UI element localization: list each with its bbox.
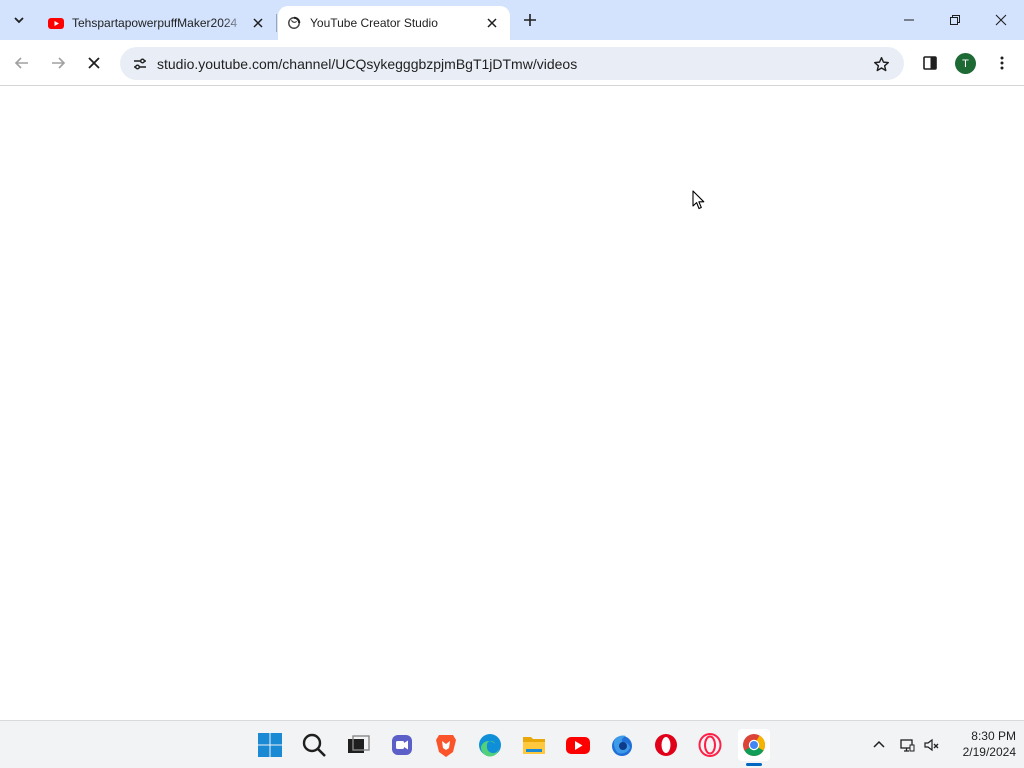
clock-date: 2/19/2024 — [962, 745, 1016, 759]
edge-icon — [479, 734, 501, 757]
task-view-icon — [348, 735, 370, 753]
tab-separator — [276, 14, 277, 32]
more-vert-icon — [1000, 56, 1004, 70]
tab-strip: TehspartapowerpuffMaker2024 YouTube Crea… — [0, 0, 1024, 40]
tab-close-button[interactable] — [482, 13, 502, 33]
taskbar-opera-gx-app[interactable] — [694, 729, 726, 761]
search-icon — [302, 733, 326, 757]
tab-title: TehspartapowerpuffMaker2024 — [72, 16, 238, 30]
taskbar-opera-app[interactable] — [650, 729, 682, 761]
taskbar-firefox-app[interactable] — [606, 729, 638, 761]
url-text: studio.youtube.com/channel/UCQsykegggbzp… — [157, 56, 578, 72]
meet-icon — [392, 735, 412, 755]
chevron-down-icon — [14, 17, 24, 24]
clock-time: 8:30 PM — [971, 729, 1016, 743]
forward-button[interactable] — [42, 47, 74, 79]
taskbar-youtube-app[interactable] — [562, 729, 594, 761]
bookmark-button[interactable] — [870, 53, 892, 75]
active-app-indicator — [746, 763, 762, 766]
network-icon — [900, 739, 915, 752]
tab-creator-studio[interactable]: YouTube Creator Studio — [278, 6, 510, 40]
chrome-icon — [743, 734, 765, 756]
start-button[interactable] — [254, 729, 286, 761]
mouse-cursor-icon — [692, 190, 705, 210]
taskbar-file-explorer-app[interactable] — [518, 729, 550, 761]
tab-search-button[interactable] — [7, 8, 31, 32]
opera-icon — [655, 734, 677, 756]
chevron-up-icon — [873, 740, 885, 748]
arrow-left-icon — [14, 57, 28, 69]
back-button[interactable] — [6, 47, 38, 79]
taskbar-brave-app[interactable] — [430, 729, 462, 761]
stop-loading-button[interactable] — [78, 47, 110, 79]
minimize-button[interactable] — [886, 0, 932, 40]
opera-gx-icon — [698, 733, 722, 757]
star-icon — [873, 56, 889, 71]
side-panel-button[interactable] — [914, 47, 946, 79]
youtube-icon — [48, 15, 64, 31]
browser-toolbar: studio.youtube.com/channel/UCQsykegggbzp… — [0, 40, 1024, 86]
close-icon — [487, 18, 497, 28]
taskbar-chrome-app[interactable] — [738, 729, 770, 761]
system-clock[interactable]: 8:30 PM 2/19/2024 — [946, 728, 1016, 760]
close-icon — [995, 14, 1007, 26]
close-icon — [253, 18, 263, 28]
taskbar-meet-app[interactable] — [386, 729, 418, 761]
tab-close-button[interactable] — [248, 13, 268, 33]
restore-button[interactable] — [932, 0, 978, 40]
new-tab-button[interactable] — [518, 8, 542, 32]
speaker-muted-icon — [924, 738, 939, 752]
profile-avatar[interactable]: T — [955, 53, 976, 74]
file-explorer-icon — [523, 737, 545, 754]
minimize-icon — [904, 19, 914, 21]
network-status-button[interactable] — [895, 733, 919, 757]
address-bar[interactable]: studio.youtube.com/channel/UCQsykegggbzp… — [120, 47, 904, 80]
windows-taskbar: 8:30 PM 2/19/2024 — [0, 720, 1024, 768]
menu-button[interactable] — [986, 47, 1018, 79]
side-panel-icon — [923, 56, 937, 70]
plus-icon — [524, 14, 536, 26]
windows-start-icon — [258, 733, 282, 757]
volume-button[interactable] — [920, 733, 944, 757]
close-icon — [88, 57, 100, 69]
youtube-icon — [566, 737, 590, 754]
close-window-button[interactable] — [978, 0, 1024, 40]
show-hidden-icons-button[interactable] — [867, 733, 891, 757]
page-content — [0, 87, 1024, 720]
site-info-button[interactable] — [128, 52, 152, 76]
task-view-button[interactable] — [342, 729, 374, 761]
arrow-right-icon — [52, 57, 66, 69]
tab-youtube-channel[interactable]: TehspartapowerpuffMaker2024 — [40, 6, 276, 40]
restore-icon — [950, 15, 960, 25]
taskbar-search-button[interactable] — [298, 729, 330, 761]
tab-title: YouTube Creator Studio — [310, 16, 438, 30]
firefox-icon — [612, 735, 632, 756]
brave-icon — [436, 735, 456, 757]
tune-icon — [134, 58, 146, 70]
taskbar-edge-app[interactable] — [474, 729, 506, 761]
loading-globe-icon — [286, 15, 302, 31]
